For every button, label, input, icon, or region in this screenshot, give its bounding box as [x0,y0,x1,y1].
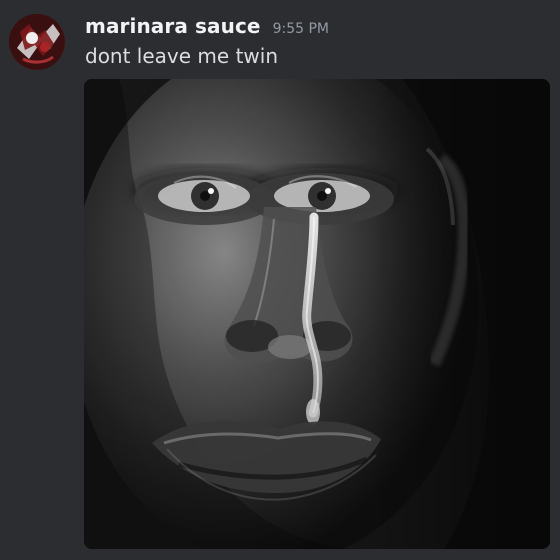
timestamp[interactable]: 9:55 PM [273,21,329,37]
message-header: marinara sauce 9:55 PM [85,14,329,40]
image-attachment-icon[interactable] [84,79,550,549]
user-avatar-icon[interactable] [9,14,65,70]
message-text: dont leave me twin [85,44,278,68]
chat-message: marinara sauce 9:55 PM dont leave me twi… [0,0,560,560]
username[interactable]: marinara sauce [85,14,261,38]
